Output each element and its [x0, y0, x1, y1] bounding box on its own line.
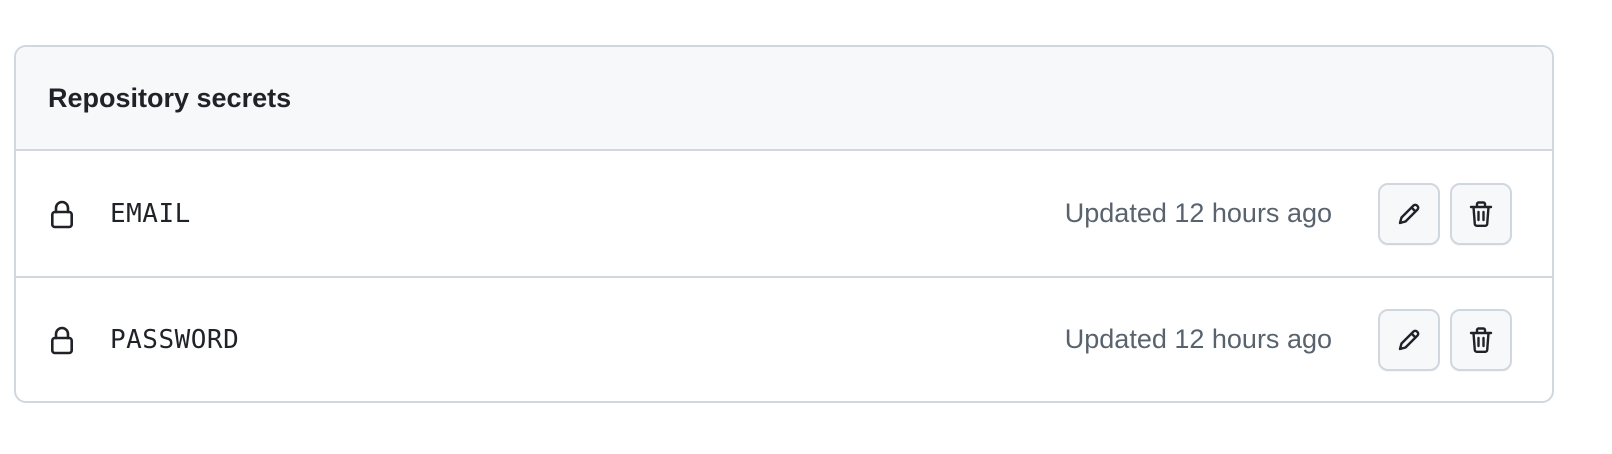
lock-icon [48, 324, 76, 356]
pencil-icon [1395, 200, 1423, 228]
trash-icon [1467, 325, 1495, 355]
delete-secret-button[interactable] [1450, 182, 1512, 245]
secret-name: PASSWORD [110, 324, 240, 355]
repository-secrets-box: Repository secrets EMAIL Updated 12 hour… [14, 45, 1554, 403]
secret-row-password: PASSWORD Updated 12 hours ago [16, 276, 1552, 401]
secret-updated-timestamp: Updated 12 hours ago [1064, 324, 1332, 354]
section-title: Repository secrets [48, 82, 292, 113]
secret-actions [1378, 182, 1512, 245]
secret-row-email: EMAIL Updated 12 hours ago [16, 151, 1552, 276]
secret-actions [1378, 308, 1512, 371]
trash-icon [1467, 199, 1495, 229]
secret-updated-timestamp: Updated 12 hours ago [1064, 198, 1332, 228]
delete-secret-button[interactable] [1450, 308, 1512, 371]
lock-icon [48, 198, 76, 230]
secret-name: EMAIL [110, 198, 191, 229]
pencil-icon [1395, 326, 1423, 354]
edit-secret-button[interactable] [1378, 182, 1440, 245]
edit-secret-button[interactable] [1378, 308, 1440, 371]
box-header: Repository secrets [16, 47, 1552, 151]
